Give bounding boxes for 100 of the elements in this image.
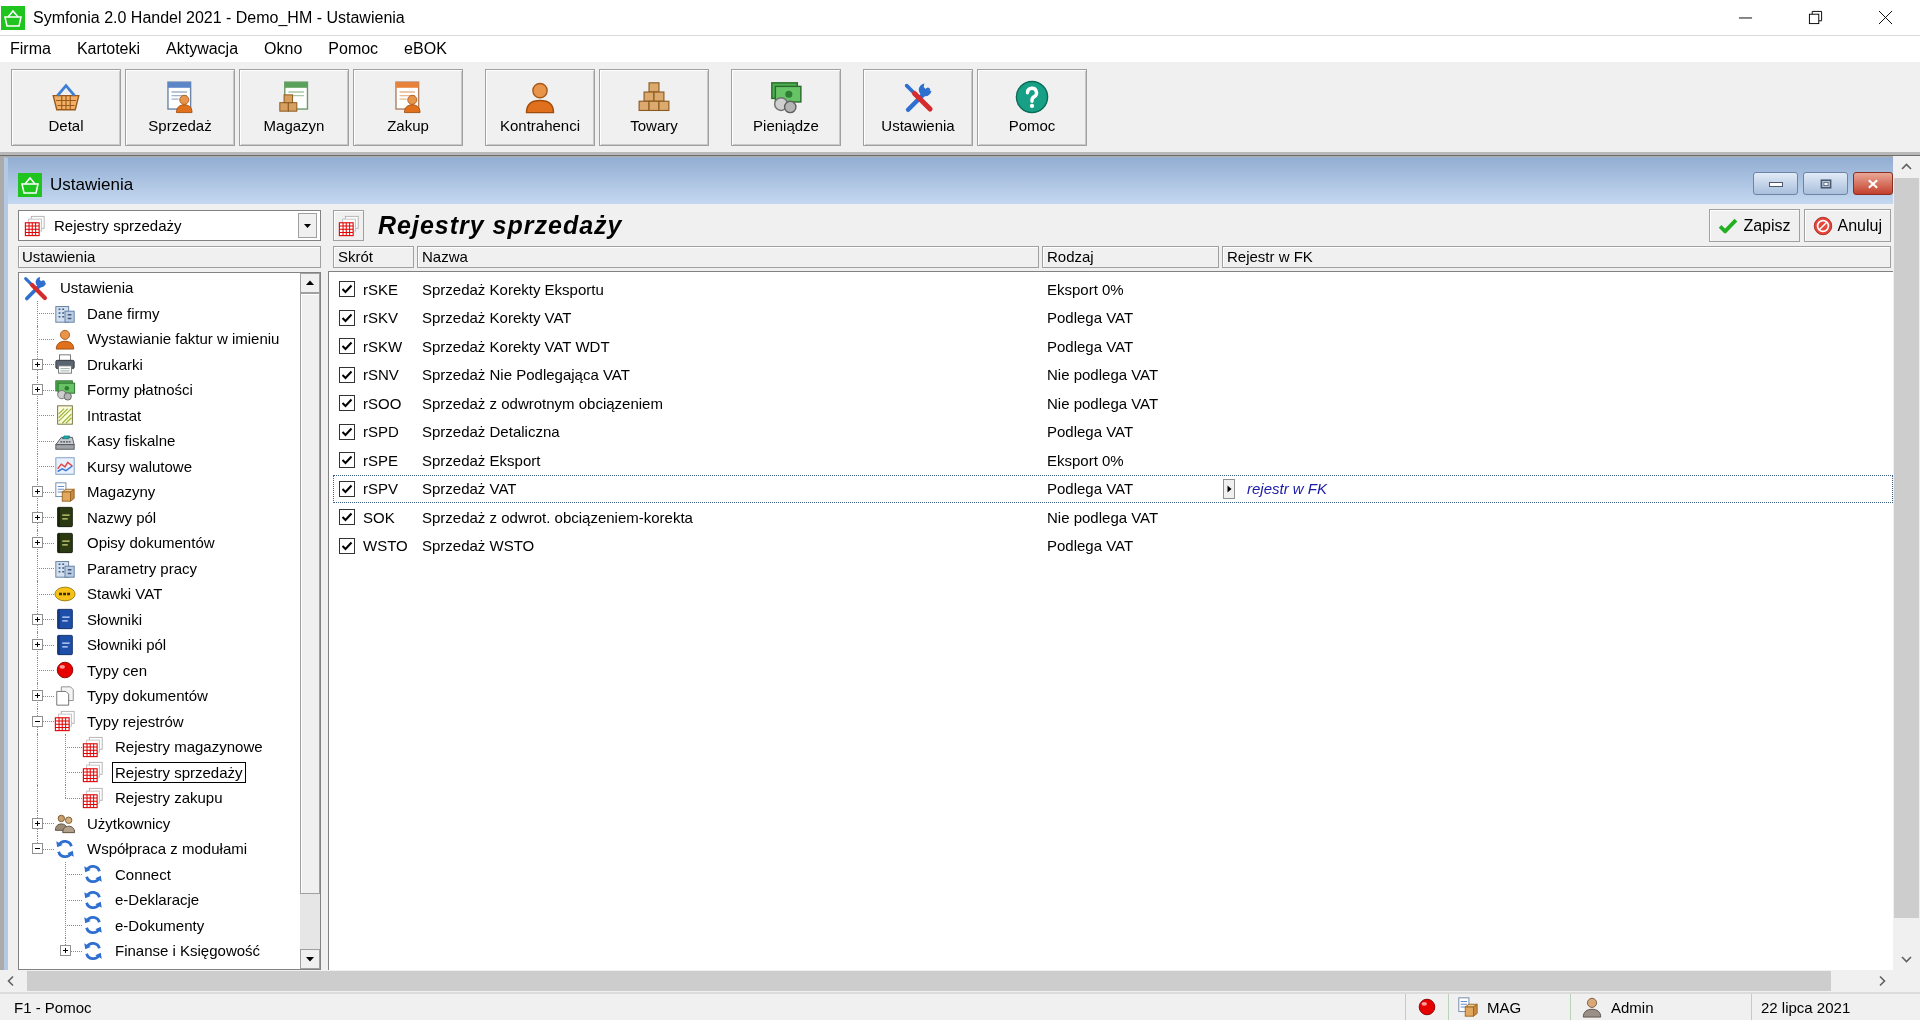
checkbox[interactable] xyxy=(339,395,355,412)
close-button[interactable] xyxy=(1853,172,1893,195)
section-dropdown[interactable]: Rejestry sprzedaży xyxy=(18,210,321,241)
table-row[interactable]: rSNV Sprzedaż Nie Podlegająca VAT Nie podlega VAT xyxy=(333,360,1893,389)
tree-item[interactable]: e-Dokumenty xyxy=(112,914,208,936)
tree-item[interactable]: Parametry pracy xyxy=(84,557,201,579)
tree-item[interactable]: Rejestry sprzedaży xyxy=(112,761,246,783)
minimize-button[interactable] xyxy=(1753,172,1798,195)
tree-item[interactable]: Connect xyxy=(112,863,174,885)
table-row[interactable]: SOK Sprzedaż z odwrot. obciązeniem-korekta Nie podlega VAT xyxy=(333,503,1893,532)
toolbar-button[interactable]: Towary xyxy=(599,68,709,146)
minus-icon[interactable] xyxy=(31,715,43,727)
tree-item[interactable]: Typy rejestrów xyxy=(84,710,187,732)
tree-item[interactable]: Finanse i Księgowość xyxy=(112,940,264,962)
table-cell: rSKW xyxy=(363,337,403,355)
tree-item[interactable]: Opisy dokumentów xyxy=(84,532,218,554)
person-icon xyxy=(1581,996,1603,1018)
tree-item[interactable]: Drukarki xyxy=(84,353,146,375)
checkbox[interactable] xyxy=(339,480,355,497)
column-header[interactable]: Rodzaj xyxy=(1042,246,1219,268)
plus-icon[interactable] xyxy=(31,384,43,396)
checkbox[interactable] xyxy=(339,452,355,469)
scroll-up-icon[interactable] xyxy=(300,273,320,293)
tree-item[interactable]: Kursy walutowe xyxy=(84,455,196,477)
table-cell-text: Sprzedaż VAT xyxy=(421,480,518,498)
checkbox[interactable] xyxy=(339,423,355,440)
tree-item[interactable]: Rejestry zakupu xyxy=(112,787,226,809)
table-row[interactable]: WSTO Sprzedaż WSTO Podlega VAT xyxy=(333,531,1893,560)
checkbox[interactable] xyxy=(339,309,355,326)
menu-item[interactable]: Pomoc xyxy=(315,38,392,60)
table-cell: WSTO xyxy=(363,537,408,555)
cancel-button[interactable]: Anuluj xyxy=(1803,209,1891,242)
tree-item[interactable]: Rejestry magazynowe xyxy=(112,736,266,758)
checkbox[interactable] xyxy=(339,537,355,554)
column-header[interactable]: Nazwa xyxy=(417,246,1039,268)
toolbar-button[interactable]: Ustawienia xyxy=(863,68,973,146)
tree-item[interactable]: Intrastat xyxy=(84,404,145,426)
tree-item[interactable]: Nazwy pól xyxy=(84,506,160,528)
caret-icon[interactable] xyxy=(1223,478,1235,499)
plus-icon[interactable] xyxy=(31,817,43,829)
plus-icon[interactable] xyxy=(31,639,43,651)
plus-icon[interactable] xyxy=(31,511,43,523)
table-cell-text: Podlega VAT xyxy=(1046,537,1135,555)
tree-item[interactable]: Współpraca z modułami xyxy=(84,838,251,860)
status-text: F1 - Pomoc xyxy=(13,998,93,1016)
checkbox[interactable] xyxy=(339,509,355,526)
status-ball-icon xyxy=(1416,996,1438,1018)
toolbar-button[interactable]: Zakup xyxy=(353,68,463,146)
tree-item[interactable]: Magazyny xyxy=(84,481,159,503)
checkbox[interactable] xyxy=(339,366,355,383)
plus-icon[interactable] xyxy=(31,486,43,498)
tree-item[interactable]: Wystawianie faktur w imieniu xyxy=(84,328,283,350)
toolbar-button[interactable]: Sprzedaż xyxy=(125,68,235,146)
table-row[interactable]: rSPD Sprzedaż Detaliczna Podlega VAT xyxy=(333,417,1893,446)
toolbar-button[interactable]: Detal xyxy=(11,68,121,146)
restore-icon[interactable] xyxy=(1807,10,1823,25)
minus-icon[interactable] xyxy=(31,843,43,855)
close-icon[interactable] xyxy=(1877,10,1893,25)
table-row[interactable]: rSKE Sprzedaż Korekty Eksportu Eksport 0% xyxy=(333,275,1893,304)
tree-item[interactable]: e-Deklaracje xyxy=(112,889,203,911)
tree-header: Ustawienia xyxy=(18,246,321,268)
menu-item[interactable]: Aktywacja xyxy=(153,38,252,60)
plus-icon[interactable] xyxy=(31,537,43,549)
menu-item[interactable]: Firma xyxy=(0,38,64,60)
tree-item[interactable]: Kasy fiskalne xyxy=(84,430,179,452)
toolbar-button[interactable]: Pomoc xyxy=(977,68,1087,146)
tree-item[interactable]: Formy płatności xyxy=(84,379,196,401)
plus-icon[interactable] xyxy=(31,358,43,370)
menu-item[interactable]: Kartoteki xyxy=(63,38,154,60)
column-header[interactable]: Rejestr w FK xyxy=(1222,246,1891,268)
checkbox[interactable] xyxy=(339,338,355,355)
table-row[interactable]: rSKW Sprzedaż Korekty VAT WDT Podlega VAT xyxy=(333,332,1893,361)
toolbar-button[interactable]: Pieniądze xyxy=(731,68,841,146)
toolbar-button[interactable]: Magazyn xyxy=(239,68,349,146)
tree-item[interactable]: Użytkownicy xyxy=(84,812,174,834)
table-row[interactable]: rSKV Sprzedaż Korekty VAT Podlega VAT xyxy=(333,303,1893,332)
table-cell-text: Sprzedaż Eksport xyxy=(421,451,542,469)
plus-icon[interactable] xyxy=(59,945,71,957)
menu-item[interactable]: eBOK xyxy=(391,38,460,60)
scroll-down-icon[interactable] xyxy=(300,949,320,969)
tree-item[interactable]: Słowniki pól xyxy=(84,634,170,656)
plus-icon[interactable] xyxy=(31,613,43,625)
tree-item[interactable]: Typy dokumentów xyxy=(84,685,211,707)
scrollbar-thumb[interactable] xyxy=(1894,178,1919,918)
tree-item[interactable]: Słowniki xyxy=(84,608,146,630)
table-row[interactable]: rSPV Sprzedaż VAT Podlega VAT rejestr w FK xyxy=(333,474,1893,503)
tree-item[interactable]: Dane firmy xyxy=(84,302,163,324)
plus-icon[interactable] xyxy=(31,690,43,702)
toolbar-button[interactable]: Kontrahenci xyxy=(485,68,595,146)
column-header[interactable]: Skrót xyxy=(333,246,414,268)
restore-button[interactable] xyxy=(1803,172,1848,195)
tree-item[interactable]: Stawki VAT xyxy=(84,583,166,605)
checkbox[interactable] xyxy=(339,281,355,298)
menu-item[interactable]: Okno xyxy=(251,38,316,60)
table-row[interactable]: rSPE Sprzedaż Eksport Eksport 0% xyxy=(333,446,1893,475)
save-button[interactable]: Zapisz xyxy=(1709,209,1800,242)
table-row[interactable]: rSOO Sprzedaż z odwrotnym obciązeniem Nie podlega VAT xyxy=(333,389,1893,418)
tree-item[interactable]: Typy cen xyxy=(84,659,151,681)
table-cell-text: Sprzedaż Korekty VAT WDT xyxy=(421,337,611,355)
tree-item[interactable]: Ustawienia xyxy=(57,277,137,299)
